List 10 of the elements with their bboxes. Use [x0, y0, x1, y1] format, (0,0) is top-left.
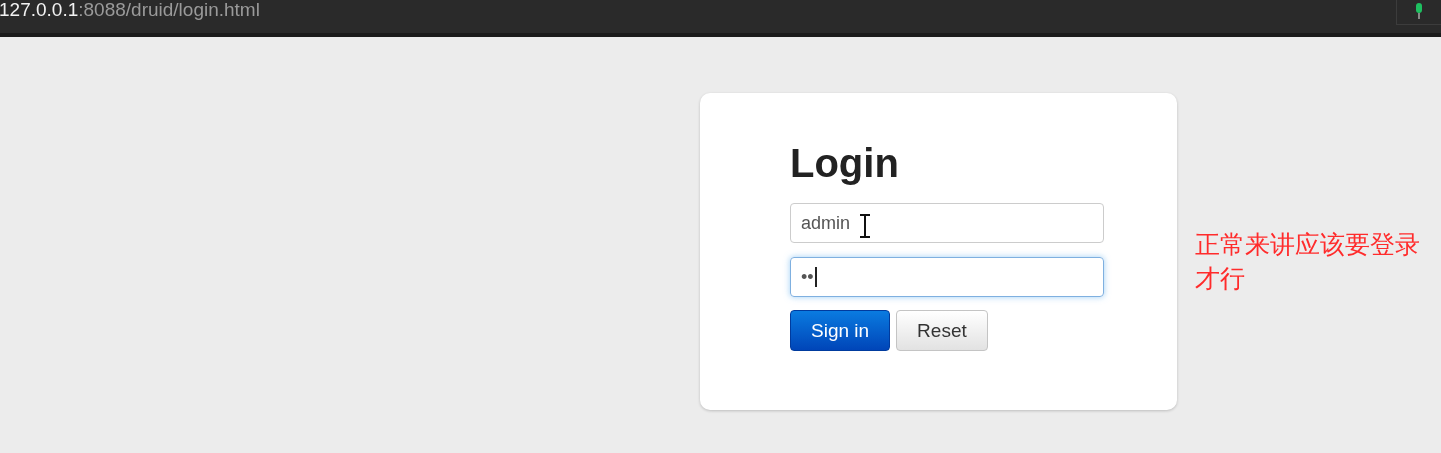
reset-button[interactable]: Reset: [896, 310, 988, 351]
address-url[interactable]: 127.0.0.1:8088/druid/login.html: [0, 0, 260, 21]
text-caret-icon: [814, 267, 817, 287]
sign-in-button[interactable]: Sign in: [790, 310, 891, 351]
microphone-icon[interactable]: [1414, 3, 1424, 19]
username-field[interactable]: admin: [790, 203, 1104, 243]
login-title: Login: [790, 140, 900, 183]
password-field[interactable]: ••: [790, 257, 1104, 297]
text-cursor-icon: [859, 214, 871, 238]
annotation-text: 正常来讲应该要登录才行: [1195, 229, 1421, 294]
